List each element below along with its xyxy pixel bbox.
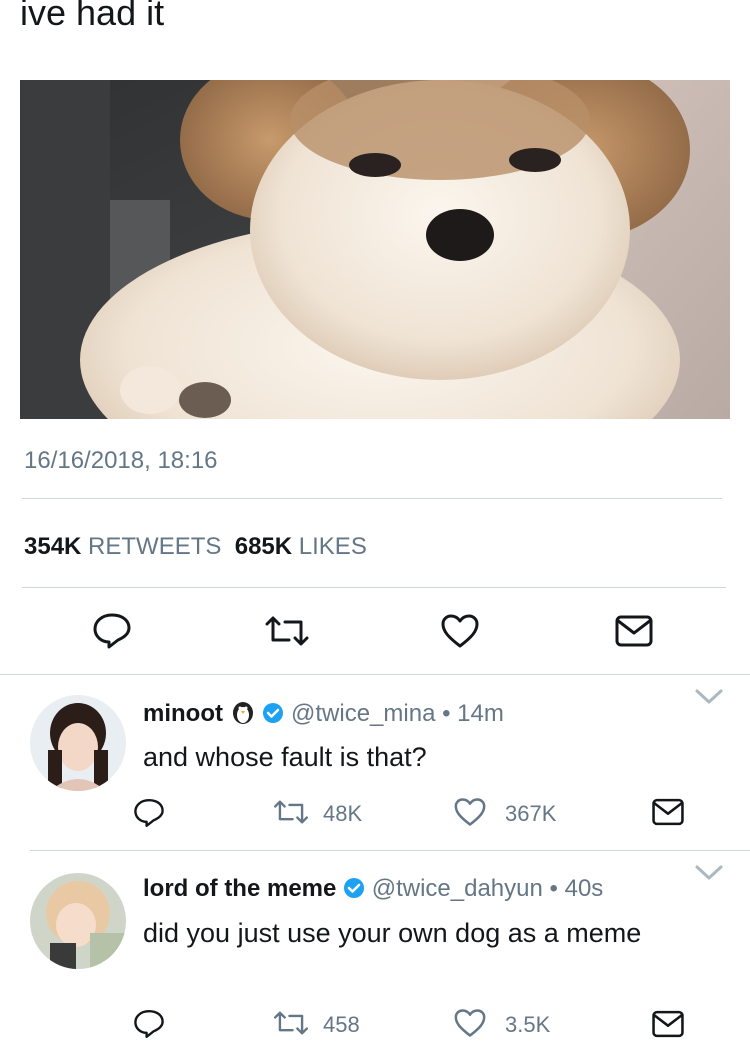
display-name[interactable]: minoot	[143, 700, 223, 727]
verified-badge-icon	[262, 702, 284, 731]
reply-time[interactable]: 40s	[565, 875, 604, 902]
likes-label[interactable]: LIKES	[299, 533, 367, 560]
retweet-icon[interactable]	[263, 614, 311, 648]
retweet-icon[interactable]	[272, 1009, 310, 1037]
retweet-count[interactable]: 458	[323, 1012, 360, 1038]
retweets-label[interactable]: RETWEETS	[88, 533, 221, 560]
dog-photo-illustration	[20, 80, 730, 419]
message-icon[interactable]	[614, 614, 654, 648]
handle[interactable]: @twice_dahyun	[372, 875, 543, 902]
retweet-icon[interactable]	[272, 798, 310, 826]
like-count[interactable]: 3.5K	[505, 1012, 550, 1038]
tweet-text: ive had it	[20, 0, 165, 33]
handle[interactable]: @twice_mina	[291, 700, 435, 727]
reply-text: and whose fault is that?	[143, 742, 427, 772]
message-icon[interactable]	[651, 797, 685, 827]
retweet-count[interactable]: 48K	[323, 801, 362, 827]
avatar[interactable]	[30, 695, 126, 791]
reply-time[interactable]: 14m	[457, 700, 504, 727]
tweet-photo[interactable]	[20, 80, 730, 419]
divider	[22, 498, 722, 499]
reply-icon[interactable]	[133, 1008, 165, 1040]
likes-count[interactable]: 685K	[235, 533, 292, 560]
tweet-stats: 354K RETWEETS 685K LIKES	[24, 533, 367, 561]
like-count[interactable]: 367K	[505, 801, 556, 827]
separator-dot: •	[549, 875, 558, 902]
penguin-icon	[230, 699, 256, 732]
separator-dot: •	[442, 700, 451, 727]
divider	[22, 587, 726, 588]
display-name[interactable]: lord of the meme	[143, 875, 336, 902]
divider	[0, 674, 750, 675]
reply-header: minoot @twice_mina • 14m	[143, 699, 504, 732]
retweets-count[interactable]: 354K	[24, 533, 81, 560]
reply-text: did you just use your own dog as a meme	[143, 918, 642, 948]
avatar[interactable]	[30, 873, 126, 969]
message-icon[interactable]	[651, 1009, 685, 1039]
verified-badge-icon	[343, 877, 365, 906]
chevron-down-icon[interactable]	[694, 864, 724, 882]
like-icon[interactable]	[453, 1008, 487, 1038]
divider	[30, 850, 750, 851]
avatar-image	[30, 873, 126, 969]
like-icon[interactable]	[440, 613, 480, 649]
chevron-down-icon[interactable]	[694, 688, 724, 706]
tweet-timestamp: 16/16/2018, 18:16	[24, 447, 218, 474]
reply-icon[interactable]	[92, 612, 132, 650]
like-icon[interactable]	[453, 797, 487, 827]
reply-icon[interactable]	[133, 797, 165, 829]
avatar-image	[30, 695, 126, 791]
reply-header: lord of the meme @twice_dahyun • 40s	[143, 875, 603, 906]
